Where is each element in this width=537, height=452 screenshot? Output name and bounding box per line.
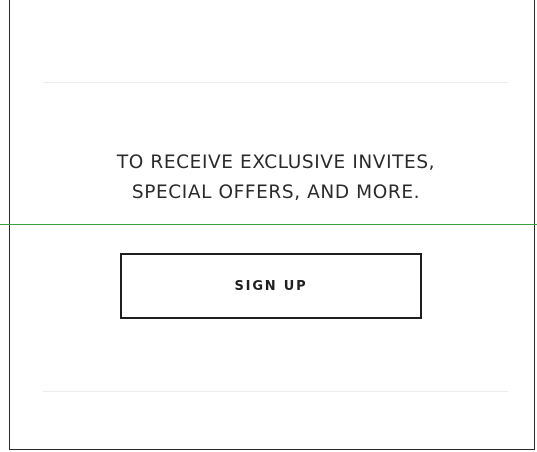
bottom-divider bbox=[43, 391, 508, 392]
top-divider bbox=[43, 82, 508, 83]
newsletter-message: TO RECEIVE EXCLUSIVE INVITES, SPECIAL OF… bbox=[40, 148, 512, 208]
newsletter-panel bbox=[9, 0, 535, 450]
sign-up-button-label: SIGN UP bbox=[234, 278, 308, 294]
message-line-2: SPECIAL OFFERS, AND MORE. bbox=[131, 182, 421, 203]
message-line-1: TO RECEIVE EXCLUSIVE INVITES, bbox=[116, 152, 436, 173]
sign-up-button[interactable]: SIGN UP bbox=[120, 253, 422, 319]
guide-line bbox=[0, 224, 537, 225]
